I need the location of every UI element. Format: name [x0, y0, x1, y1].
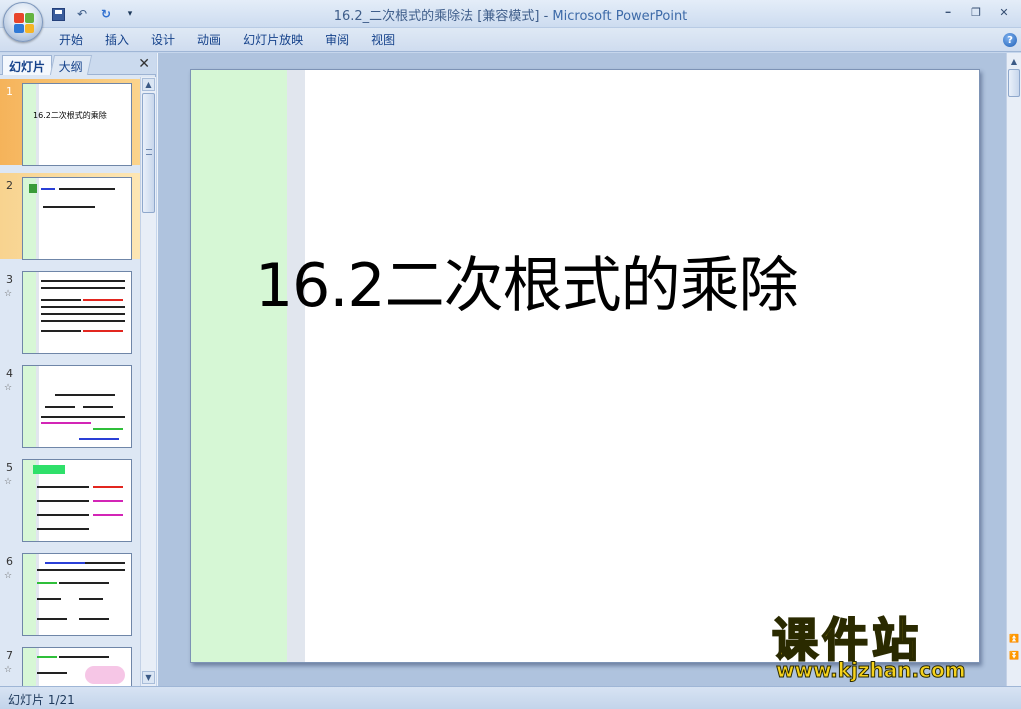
minimize-icon: ━ — [945, 7, 951, 17]
slide-number: 3 — [6, 273, 13, 286]
slide-thumbnail[interactable] — [22, 459, 132, 542]
thumbnail-slide-2[interactable]: 2 — [0, 173, 140, 260]
app-name: Microsoft PowerPoint — [552, 9, 688, 24]
animation-star-icon: ☆ — [4, 289, 13, 299]
slide-number: 4 — [6, 367, 13, 380]
tab-view[interactable]: 视图 — [360, 31, 406, 49]
scroll-up-arrow[interactable]: ▲ — [1008, 55, 1020, 68]
help-icon[interactable]: ? — [1003, 33, 1017, 47]
slide-thumbnail[interactable] — [22, 177, 132, 260]
slide-number: 7 — [6, 649, 13, 662]
animation-star-icon: ☆ — [4, 571, 13, 581]
window-title: 16.2_二次根式的乘除法 [兼容模式] - Microsoft PowerPo… — [333, 9, 688, 24]
ribbon: 开始 插入 设计 动画 幻灯片放映 审阅 视图 ? — [0, 28, 1021, 52]
window-controls: ━ ❐ ✕ — [935, 3, 1017, 21]
document-name: 16.2_二次根式的乘除法 [兼容模式] — [333, 9, 540, 24]
slide-number: 5 — [6, 461, 13, 474]
figure-icon — [29, 184, 37, 193]
tab-slides[interactable]: 幻灯片 — [2, 55, 53, 75]
slide-number: 1 — [6, 85, 13, 98]
close-icon: ✕ — [138, 56, 150, 72]
slide-editing-area: 16.2二次根式的乘除 — [157, 53, 1006, 686]
watermark-url: www.kjzhan.com — [776, 658, 967, 683]
slide-sidebar-decoration — [191, 70, 287, 662]
scroll-up-arrow[interactable]: ▲ — [142, 78, 155, 91]
slide-scrollbar[interactable]: ▲ ⏫ ⏬ — [1006, 53, 1021, 686]
thumbnail-slide-5[interactable]: 5 ☆ — [0, 455, 140, 542]
pane-tabs: 幻灯片 大纲 ✕ — [0, 53, 156, 75]
slide-number: 6 — [6, 555, 13, 568]
next-slide-button[interactable]: ⏬ — [1008, 649, 1020, 662]
tab-outline[interactable]: 大纲 — [49, 55, 93, 75]
close-window-button[interactable]: ✕ — [991, 3, 1017, 21]
watermark-logo: 课件站 www.kjzhan.com — [771, 604, 1004, 686]
thumbnail-list: 1 16.2二次根式的乘除 2 3 ☆ 4 ☆ 5 ☆ 6 ☆ 7 ☆ — [0, 77, 140, 686]
office-logo-icon — [14, 13, 34, 33]
animation-star-icon: ☆ — [4, 383, 13, 393]
slide-title[interactable]: 16.2二次根式的乘除 — [255, 237, 799, 324]
status-bar: 幻灯片 1/21 — [0, 686, 1021, 709]
slide-thumbnail[interactable] — [22, 647, 132, 686]
tab-animations[interactable]: 动画 — [186, 31, 232, 49]
restore-icon: ❐ — [971, 5, 981, 19]
thumbnail-slide-1[interactable]: 1 16.2二次根式的乘除 — [0, 79, 140, 166]
thumbnail-slide-6[interactable]: 6 ☆ — [0, 549, 140, 636]
thumbnail-scrollbar[interactable]: ▲ ▼ — [140, 77, 156, 686]
scrollbar-thumb[interactable] — [142, 93, 155, 213]
thumbnail-title: 16.2二次根式的乘除 — [33, 111, 107, 120]
slide-thumbnail[interactable] — [22, 271, 132, 354]
slide-counter: 幻灯片 1/21 — [8, 693, 75, 707]
thumbnail-slide-4[interactable]: 4 ☆ — [0, 361, 140, 448]
slide-strip-decoration — [287, 70, 305, 662]
slide-thumbnail[interactable] — [22, 553, 132, 636]
thumbnail-slide-7[interactable]: 7 ☆ — [0, 643, 140, 686]
current-slide[interactable]: 16.2二次根式的乘除 — [190, 69, 980, 663]
tab-insert[interactable]: 插入 — [94, 31, 140, 49]
restore-button[interactable]: ❐ — [963, 3, 989, 21]
slide-thumbnail[interactable] — [22, 365, 132, 448]
animation-star-icon: ☆ — [4, 477, 13, 487]
slide-number: 2 — [6, 179, 13, 192]
title-bar: ↶ ↻ ▾ 16.2_二次根式的乘除法 [兼容模式] - Microsoft P… — [0, 0, 1021, 28]
tab-review[interactable]: 审阅 — [314, 31, 360, 49]
scrollbar-thumb[interactable] — [1008, 69, 1020, 97]
thumbnail-slide-3[interactable]: 3 ☆ — [0, 267, 140, 354]
close-icon: ✕ — [999, 5, 1009, 19]
slide-thumbnail[interactable]: 16.2二次根式的乘除 — [22, 83, 132, 166]
office-button[interactable] — [3, 2, 43, 42]
tab-design[interactable]: 设计 — [140, 31, 186, 49]
tab-slideshow[interactable]: 幻灯片放映 — [232, 31, 314, 49]
close-pane-button[interactable]: ✕ — [138, 56, 150, 72]
slides-pane: 幻灯片 大纲 ✕ 1 16.2二次根式的乘除 2 3 ☆ 4 ☆ 5 ☆ 6 ☆… — [0, 53, 156, 686]
minimize-button[interactable]: ━ — [935, 3, 961, 21]
ribbon-tabs: 开始 插入 设计 动画 幻灯片放映 审阅 视图 — [48, 31, 406, 49]
animation-star-icon: ☆ — [4, 665, 13, 675]
previous-slide-button[interactable]: ⏫ — [1008, 632, 1020, 645]
tab-home[interactable]: 开始 — [48, 31, 94, 49]
scroll-down-arrow[interactable]: ▼ — [142, 671, 155, 684]
